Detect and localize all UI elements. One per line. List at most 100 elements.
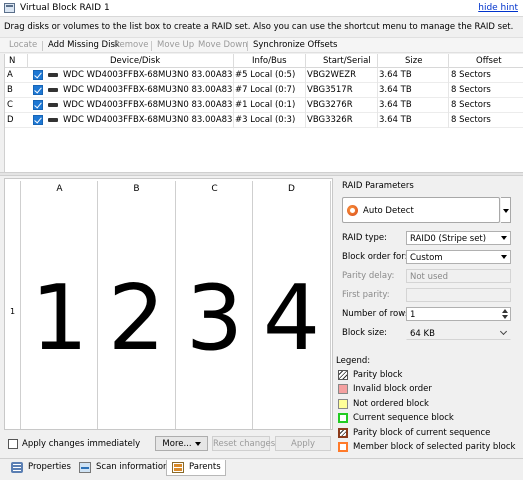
- column-grid-line: [305, 68, 306, 128]
- column-header-info[interactable]: Info/Bus: [252, 56, 287, 66]
- row-size: 3.64 TB: [379, 115, 412, 125]
- hide-hint-link[interactable]: hide hint: [478, 3, 518, 13]
- panel-splitter[interactable]: [0, 172, 523, 176]
- row-serial: VBG3276R: [307, 100, 353, 110]
- table-row[interactable]: A WDC WD4003FFBX-68MU3N0 83.00A83 #5 Loc…: [5, 68, 523, 83]
- chevron-down-icon: [501, 255, 507, 259]
- toolbar-separator: [151, 41, 152, 51]
- row-offset: 8 Sectors: [451, 115, 491, 125]
- parity-delay-label: Parity delay:: [342, 271, 395, 281]
- raid-type-label: RAID type:: [342, 233, 387, 243]
- hard-disk-icon: [48, 103, 58, 107]
- hard-disk-icon: [48, 73, 58, 77]
- window-title: Virtual Block RAID 1: [20, 3, 110, 13]
- title-bar: Virtual Block RAID 1 hide hint: [0, 0, 523, 17]
- row-checkbox[interactable]: [33, 85, 43, 95]
- row-letter: C: [7, 100, 13, 110]
- spin-down-icon[interactable]: [502, 315, 508, 319]
- properties-icon: [11, 462, 23, 473]
- add-missing-disk-button[interactable]: Add Missing Disk: [48, 40, 120, 50]
- tab-properties[interactable]: Properties: [6, 460, 75, 476]
- more-button-label: More...: [162, 439, 192, 449]
- block-size-value: 64 KB: [410, 329, 435, 339]
- row-serial: VBG3517R: [307, 85, 353, 95]
- legend-swatch: [338, 413, 348, 424]
- tab-scan-information-label: Scan information: [96, 462, 169, 472]
- reset-changes-button[interactable]: Reset changes: [212, 436, 275, 451]
- locate-button[interactable]: Locate: [9, 40, 37, 50]
- column-header-offset[interactable]: Offset: [476, 56, 502, 66]
- row-device: WDC WD4003FFBX-68MU3N0 83.00A83: [63, 85, 233, 95]
- row-letter: B: [7, 85, 13, 95]
- row-letter: D: [7, 115, 14, 125]
- row-offset: 8 Sectors: [451, 85, 491, 95]
- toolbar-separator: [42, 41, 43, 51]
- column-grid-line: [448, 68, 449, 128]
- grid-block-cell[interactable]: 2: [98, 269, 175, 369]
- legend-label: Parity block: [353, 370, 403, 380]
- bottom-tab-bar: Properties Scan information Parents: [0, 458, 523, 480]
- raid-member-table[interactable]: N Device/Disk Info/Bus Start/Serial Size…: [4, 54, 523, 172]
- raid-type-value: RAID0 (Stripe set): [410, 234, 487, 244]
- first-parity-field: [406, 288, 511, 302]
- column-header-n[interactable]: N: [9, 56, 15, 66]
- toolbar-separator: [247, 41, 248, 51]
- column-divider: [305, 54, 306, 68]
- block-order-label: Block order for:: [342, 252, 408, 262]
- block-size-select[interactable]: 64 KB: [406, 326, 511, 340]
- apply-button[interactable]: Apply: [275, 436, 331, 451]
- grid-column-header: D: [288, 184, 295, 194]
- row-serial: VBG3326R: [307, 115, 353, 125]
- first-parity-label: First parity:: [342, 290, 390, 300]
- table-row[interactable]: D WDC WD4003FFBX-68MU3N0 83.00A83 #3 Loc…: [5, 113, 523, 128]
- row-checkbox[interactable]: [33, 70, 43, 80]
- auto-detect-dropdown-arrow[interactable]: [501, 197, 511, 223]
- toolbar: Locate Add Missing Disk Remove Move Up M…: [0, 37, 523, 53]
- table-row[interactable]: C WDC WD4003FFBX-68MU3N0 83.00A83 #1 Loc…: [5, 98, 523, 113]
- row-checkbox[interactable]: [33, 115, 43, 125]
- move-up-button[interactable]: Move Up: [157, 40, 194, 50]
- column-header-device[interactable]: Device/Disk: [110, 56, 160, 66]
- column-header-serial[interactable]: Start/Serial: [323, 56, 371, 66]
- number-of-rows-stepper[interactable]: 1: [406, 307, 511, 321]
- legend-label: Not ordered block: [353, 398, 429, 409]
- column-header-size[interactable]: Size: [405, 56, 422, 66]
- raid-parameters-title: RAID Parameters: [342, 181, 414, 191]
- grid-column-line: [330, 181, 331, 429]
- grid-block-cell[interactable]: 4: [253, 269, 330, 369]
- legend-label: Member block of selected parity block: [353, 442, 516, 452]
- chevron-down-icon: [499, 327, 508, 336]
- apply-immediately-label: Apply changes immediately: [22, 439, 141, 449]
- column-divider: [448, 54, 449, 68]
- synchronize-offsets-button[interactable]: Synchronize Offsets: [253, 40, 338, 50]
- column-divider: [27, 54, 28, 68]
- tab-parents-label: Parents: [189, 462, 221, 472]
- raid-type-select[interactable]: RAID0 (Stripe set): [406, 231, 511, 245]
- legend-label: Current sequence block: [353, 413, 454, 424]
- tab-properties-label: Properties: [28, 462, 71, 472]
- auto-detect-button[interactable]: Auto Detect: [342, 197, 500, 223]
- row-offset: 8 Sectors: [451, 70, 491, 80]
- table-row[interactable]: B WDC WD4003FFBX-68MU3N0 83.00A83 #7 Loc…: [5, 83, 523, 98]
- grid-row-label: 1: [10, 307, 16, 316]
- tab-parents[interactable]: Parents: [166, 460, 226, 476]
- move-down-button[interactable]: Move Down: [198, 40, 248, 50]
- row-info: #5 Local (0:5): [235, 70, 296, 80]
- grid-block-cell[interactable]: 3: [176, 269, 253, 369]
- auto-detect-icon: [347, 205, 358, 216]
- more-button[interactable]: More...: [155, 436, 208, 451]
- apply-immediately-checkbox[interactable]: [8, 439, 18, 449]
- spin-up-icon[interactable]: [502, 309, 508, 313]
- chevron-down-icon: [501, 236, 507, 240]
- parents-icon: [172, 462, 184, 473]
- remove-button[interactable]: Remove: [114, 40, 149, 50]
- block-order-select[interactable]: Custom: [406, 250, 511, 264]
- row-checkbox[interactable]: [33, 100, 43, 110]
- raid-block-grid[interactable]: A B C D 1 1 2 3 4: [4, 178, 333, 430]
- legend-swatch: [338, 427, 348, 438]
- grid-block-cell[interactable]: 1: [21, 269, 98, 369]
- auto-detect-label: Auto Detect: [363, 206, 414, 216]
- parity-delay-value: Not used: [410, 272, 449, 282]
- tab-scan-information[interactable]: Scan information: [74, 460, 172, 476]
- table-header: N Device/Disk Info/Bus Start/Serial Size…: [5, 54, 523, 68]
